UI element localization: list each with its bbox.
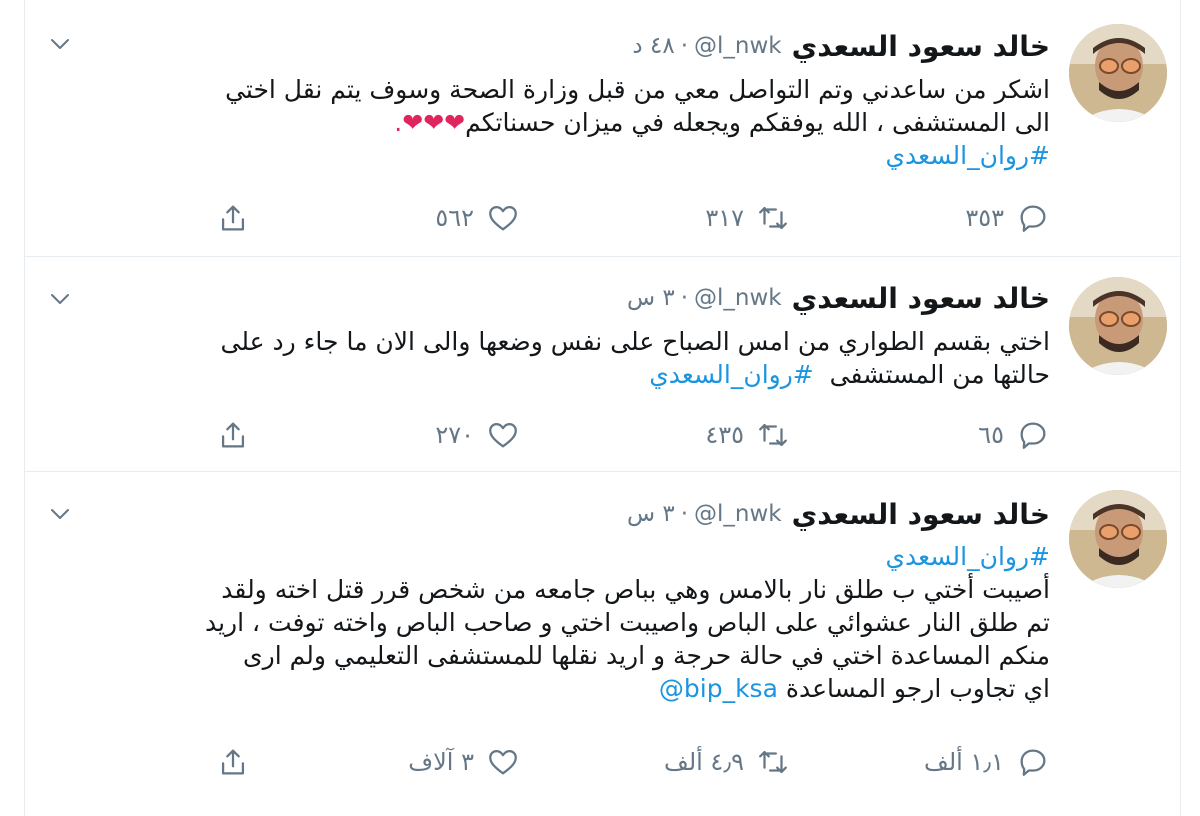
tweet-actions: ١٫١ ألف ٤٫٩ ألف ٣ آلاف — [170, 742, 1050, 782]
author-handle[interactable]: @l_nwk — [694, 501, 782, 527]
tweet-text-line: اي تجاوب ارجو المساعدة @bip_ksa — [70, 672, 1050, 705]
share-button[interactable] — [216, 415, 250, 455]
author-handle[interactable]: @l_nwk — [694, 285, 782, 311]
like-count: ٣ آلاف — [408, 748, 474, 776]
author-name[interactable]: خالد سعود السعدي — [792, 498, 1050, 531]
reply-icon — [1020, 205, 1046, 232]
tweet-text-line: اشكر من ساعدني وتم التواصل معي من قبل وز… — [225, 75, 1050, 104]
reply-count: ٦٥ — [978, 421, 1004, 449]
reply-button[interactable]: ١٫١ ألف — [924, 742, 1050, 782]
avatar-image — [1069, 24, 1167, 122]
share-icon — [221, 422, 245, 448]
meta-separator: · — [680, 285, 688, 311]
tweet[interactable]: خالد سعود السعدي @l_nwk · ٤٨ د اشكر من س… — [24, 0, 1180, 257]
like-count: ٢٧٠ — [435, 421, 474, 449]
author-name[interactable]: خالد سعود السعدي — [792, 282, 1050, 315]
share-icon — [221, 749, 245, 775]
meta-separator: · — [680, 501, 688, 527]
tweet-header: خالد سعود السعدي @l_nwk · ٣ س — [627, 498, 1050, 531]
share-button[interactable] — [216, 198, 250, 238]
tweet-actions: ٣٥٣ ٣١٧ ٥٦٢ — [170, 198, 1050, 238]
like-icon — [489, 205, 517, 231]
like-button[interactable]: ٢٧٠ — [435, 415, 520, 455]
tweet-text-line-content: الى المستشفى ، الله يوفقكم ويجعله في ميز… — [465, 108, 1050, 137]
tweet-timestamp[interactable]: ٣ س — [627, 285, 675, 311]
chevron-down-icon[interactable] — [48, 32, 72, 56]
tweet-header: خالد سعود السعدي @l_nwk · ٤٨ د — [632, 30, 1050, 63]
chevron-down-icon[interactable] — [48, 287, 72, 311]
tweet-hashtag-line: #روان_السعدي — [70, 540, 1050, 573]
avatar[interactable] — [1069, 490, 1167, 588]
reply-icon — [1020, 422, 1046, 449]
reply-count: ٣٥٣ — [965, 204, 1004, 232]
hashtag-link[interactable]: #روان_السعدي — [885, 141, 1050, 170]
heart-emoji: ❤❤❤. — [394, 108, 466, 137]
hashtag-link[interactable]: #روان_السعدي — [649, 360, 814, 389]
tweet-text-line: حالتها من المستشفى #روان_السعدي — [70, 358, 1050, 391]
retweet-icon — [759, 423, 787, 447]
retweet-button[interactable]: ٣١٧ — [705, 198, 790, 238]
tweet-text-line: اختي بقسم الطواري من امس الصباح على نفس … — [220, 327, 1050, 356]
like-icon — [489, 422, 517, 448]
reply-count: ١٫١ ألف — [923, 748, 1004, 776]
tweet-text-line-content: حالتها من المستشفى — [829, 360, 1050, 389]
tweet-text-line-content: اي تجاوب ارجو المساعدة — [785, 674, 1050, 703]
tweet-text-line: تم طلق النار عشوائي على الباص واصيبت اخت… — [204, 608, 1050, 637]
avatar-image — [1069, 490, 1167, 588]
share-icon — [221, 205, 245, 231]
tweet-text-line: أصيبت أختي ب طلق نار بالامس وهي بباص جام… — [221, 575, 1050, 604]
tweet-text: اختي بقسم الطواري من امس الصباح على نفس … — [70, 325, 1050, 391]
tweet-timestamp[interactable]: ٤٨ د — [632, 33, 674, 59]
tweet-timestamp[interactable]: ٣ س — [627, 501, 675, 527]
author-name[interactable]: خالد سعود السعدي — [792, 30, 1050, 63]
mention-link[interactable]: @bip_ksa — [659, 674, 778, 703]
tweet[interactable]: خالد سعود السعدي @l_nwk · ٣ س #روان_السع… — [24, 472, 1180, 816]
tweet-text: #روان_السعدي أصيبت أختي ب طلق نار بالامس… — [70, 540, 1050, 705]
retweet-icon — [759, 750, 787, 774]
meta-separator: · — [680, 33, 688, 59]
tweet-text-line: الى المستشفى ، الله يوفقكم ويجعله في ميز… — [70, 106, 1050, 139]
feed-border-right — [1180, 0, 1181, 816]
retweet-button[interactable]: ٤٫٩ ألف — [664, 742, 790, 782]
retweet-count: ٤٫٩ ألف — [663, 748, 744, 776]
like-icon — [489, 749, 517, 775]
hashtag-link[interactable]: #روان_السعدي — [885, 542, 1050, 571]
retweet-button[interactable]: ٤٣٥ — [705, 415, 790, 455]
avatar-image — [1069, 277, 1167, 375]
reply-button[interactable]: ٣٥٣ — [965, 198, 1050, 238]
avatar[interactable] — [1069, 277, 1167, 375]
like-button[interactable]: ٥٦٢ — [435, 198, 520, 238]
reply-icon — [1020, 749, 1046, 776]
tweet-actions: ٦٥ ٤٣٥ ٢٧٠ — [170, 415, 1050, 455]
tweet-text-line: منكم المساعدة اختي في حالة حرجة و اريد ن… — [243, 641, 1050, 670]
retweet-count: ٣١٧ — [705, 204, 744, 232]
reply-button[interactable]: ٦٥ — [978, 415, 1050, 455]
retweet-count: ٤٣٥ — [705, 421, 744, 449]
like-button[interactable]: ٣ آلاف — [408, 742, 520, 782]
tweet-header: خالد سعود السعدي @l_nwk · ٣ س — [627, 282, 1050, 315]
chevron-down-icon[interactable] — [48, 502, 72, 526]
avatar[interactable] — [1069, 24, 1167, 122]
tweet[interactable]: خالد سعود السعدي @l_nwk · ٣ س اختي بقسم … — [24, 257, 1180, 472]
share-button[interactable] — [216, 742, 250, 782]
author-handle[interactable]: @l_nwk — [694, 33, 782, 59]
tweet-text: اشكر من ساعدني وتم التواصل معي من قبل وز… — [70, 73, 1050, 172]
retweet-icon — [759, 206, 787, 230]
tweet-feed: خالد سعود السعدي @l_nwk · ٤٨ د اشكر من س… — [0, 0, 1200, 816]
like-count: ٥٦٢ — [435, 204, 474, 232]
tweet-hashtag-line: #روان_السعدي — [70, 139, 1050, 172]
